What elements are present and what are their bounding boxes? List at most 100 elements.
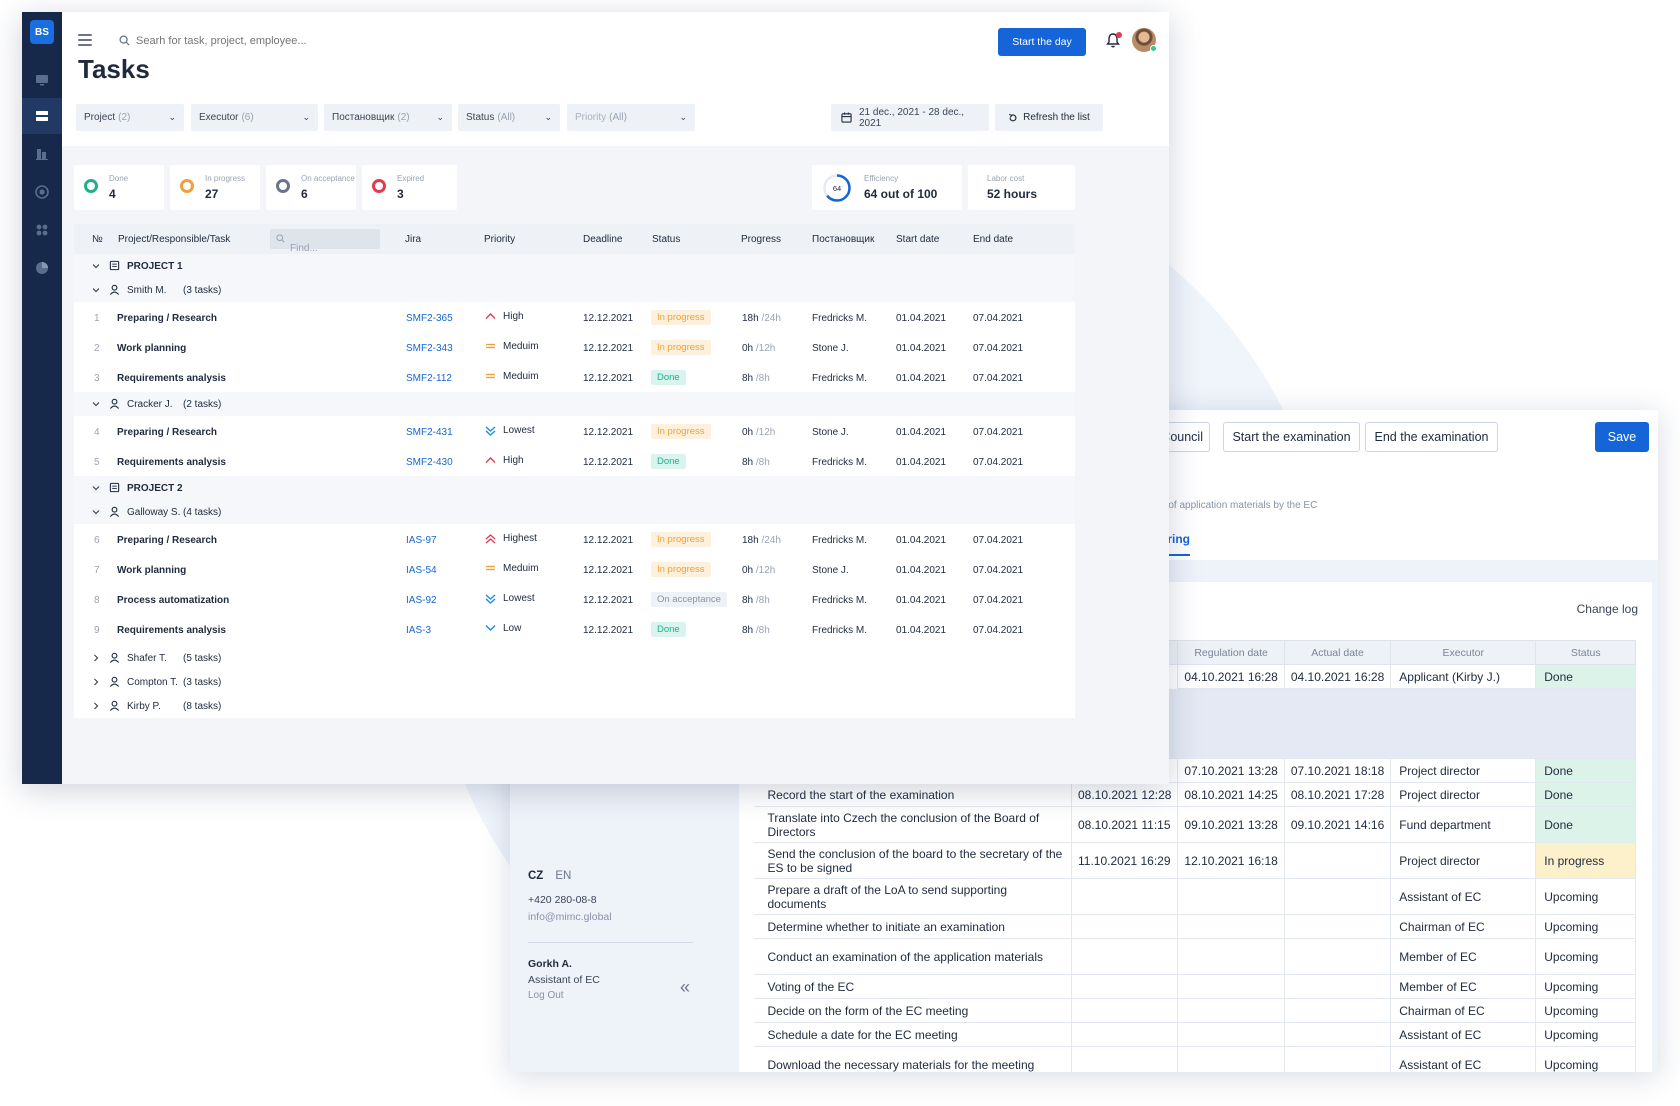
person-row[interactable]: Shafer T. (5 tasks) <box>74 646 1075 670</box>
target-icon[interactable] <box>22 174 62 210</box>
refresh-list-button[interactable]: Refresh the list <box>995 104 1103 131</box>
task-name[interactable]: Work planning <box>117 565 186 576</box>
refresh-label: Refresh the list <box>1023 112 1090 123</box>
pie-chart-icon[interactable] <box>22 250 62 286</box>
collapse-sidebar-icon[interactable]: « <box>680 977 690 998</box>
jira-link[interactable]: SMF2-365 <box>406 313 453 324</box>
tasks-list-icon[interactable] <box>22 98 62 134</box>
setter-name: Fredricks M. <box>812 313 867 324</box>
chevron-right-icon[interactable] <box>92 678 100 689</box>
jira-link[interactable]: SMF2-112 <box>406 373 452 384</box>
lang-cz[interactable]: CZ <box>528 870 543 882</box>
chevron-down-icon[interactable] <box>92 400 100 411</box>
chevron-right-icon[interactable] <box>92 702 100 713</box>
regulation-date <box>1177 998 1285 1023</box>
table-row[interactable]: Record the start of the examination 08.10… <box>753 782 1637 807</box>
task-name[interactable]: Requirements analysis <box>117 457 226 468</box>
table-row[interactable]: Voting of the EC Member of EC Upcoming <box>753 974 1637 999</box>
regulation-date: 09.10.2021 13:28 <box>1177 806 1285 843</box>
task-name[interactable]: Preparing / Research <box>117 313 217 324</box>
table-find-input[interactable]: Find... <box>270 229 380 254</box>
table-row[interactable]: 1 Preparing / Research SMF2-365 High 12.12.2… <box>74 302 1075 332</box>
chevron-down-icon[interactable] <box>92 484 100 495</box>
jira-link[interactable]: IAS-54 <box>406 565 437 576</box>
table-row[interactable]: 7 Work planning IAS-54 Meduim 12.12.2021 In p… <box>74 554 1075 584</box>
task-name[interactable]: Work planning <box>117 343 186 354</box>
table-row[interactable]: 5 Requirements analysis SMF2-430 High 12.12.… <box>74 446 1075 476</box>
chevron-down-icon[interactable] <box>92 262 100 273</box>
person-row[interactable]: Kirby P. (8 tasks) <box>74 694 1075 718</box>
task-name[interactable]: Preparing / Research <box>117 427 217 438</box>
person-row[interactable]: Cracker J. (2 tasks) <box>74 392 1075 416</box>
table-row[interactable]: Decide on the form of the EC meeting Chai… <box>753 998 1637 1023</box>
search-input[interactable] <box>136 30 436 52</box>
table-row[interactable]: Prepare a draft of the LoA to send suppo… <box>753 878 1637 915</box>
filter-executor[interactable]: Executor (6) ⌄ <box>191 104 318 131</box>
task-name[interactable]: Preparing / Research <box>117 535 217 546</box>
jira-link[interactable]: IAS-3 <box>406 625 431 636</box>
table-row[interactable]: 4 Preparing / Research SMF2-431 Lowest 12.12… <box>74 416 1075 446</box>
task-cell: Prepare a draft of the LoA to send suppo… <box>753 878 1072 915</box>
task-name[interactable]: Requirements analysis <box>117 625 226 636</box>
app-logo[interactable]: BS <box>30 20 54 44</box>
apps-grid-icon[interactable] <box>22 212 62 248</box>
jira-link[interactable]: SMF2-343 <box>406 343 453 354</box>
logout-link[interactable]: Log Out <box>528 990 564 1001</box>
table-row[interactable]: 9 Requirements analysis IAS-3 Low 12.12.2021… <box>74 614 1075 644</box>
setter-name: Stone J. <box>812 343 849 354</box>
hours-planned: /8h <box>753 373 770 384</box>
chevron-down-icon[interactable] <box>92 508 100 519</box>
table-row[interactable]: Determine whether to initiate an examina… <box>753 914 1637 939</box>
task-name[interactable]: Process automatization <box>117 595 229 606</box>
table-row[interactable]: 3 Requirements analysis SMF2-112 Meduim 12.1… <box>74 362 1075 392</box>
column-header: Status <box>1535 640 1637 665</box>
person-row[interactable]: Compton T. (3 tasks) <box>74 670 1075 694</box>
jira-link[interactable]: IAS-92 <box>406 595 437 606</box>
table-row[interactable]: Conduct an examination of the applicatio… <box>753 938 1637 975</box>
filter-status[interactable]: Status (All) ⌄ <box>458 104 560 131</box>
person-row[interactable]: Galloway S. (4 tasks) <box>74 500 1075 524</box>
start-date: 01.04.2021 <box>896 535 947 546</box>
table-row[interactable]: 8 Process automatization IAS-92 Lowest 12.12… <box>74 584 1075 614</box>
table-header: № Project/Responsible/Task Find... Jira … <box>74 224 1075 254</box>
table-row[interactable]: Send the conclusion of the board to the … <box>753 842 1637 879</box>
person-row[interactable]: Smith M. (3 tasks) <box>74 278 1075 302</box>
save-button[interactable]: Save <box>1595 422 1649 452</box>
bar-chart-icon[interactable] <box>22 136 62 172</box>
project-row[interactable]: PROJECT 2 <box>74 476 1075 500</box>
progress-hours: 0h /12h <box>742 565 775 576</box>
start-date: 01.04.2021 <box>896 457 947 468</box>
filter-priority[interactable]: Priority (All) ⌄ <box>567 104 695 131</box>
table-row[interactable]: 2 Work planning SMF2-343 Meduim 12.12.2021 In… <box>74 332 1075 362</box>
person-name: Shafer T. <box>127 653 167 664</box>
jira-link[interactable]: SMF2-431 <box>406 427 453 438</box>
lang-en[interactable]: EN <box>555 870 571 882</box>
table-row[interactable]: 6 Preparing / Research IAS-97 Highest 12.12.… <box>74 524 1075 554</box>
hours-done: 0h <box>742 427 754 438</box>
deadline: 12.12.2021 <box>583 427 634 438</box>
filter-project[interactable]: Project (2) ⌄ <box>76 104 184 131</box>
actual-date <box>1284 938 1392 975</box>
tasks-table: № Project/Responsible/Task Find... Jira … <box>74 224 1075 718</box>
menu-icon[interactable] <box>78 34 92 49</box>
start-examination-button[interactable]: Start the examination <box>1223 422 1360 452</box>
chevron-down-icon[interactable] <box>92 286 100 297</box>
monitor-icon[interactable] <box>22 62 62 98</box>
start-the-day-button[interactable]: Start the day <box>998 28 1086 56</box>
jira-link[interactable]: SMF2-430 <box>406 457 453 468</box>
task-name[interactable]: Requirements analysis <box>117 373 226 384</box>
table-row[interactable]: Schedule a date for the EC meeting Assist… <box>753 1022 1637 1047</box>
jira-link[interactable]: IAS-97 <box>406 535 437 546</box>
table-row[interactable]: Download the necessary materials for the… <box>753 1046 1637 1072</box>
chevron-right-icon[interactable] <box>92 654 100 665</box>
project-row[interactable]: PROJECT 1 <box>74 254 1075 278</box>
contact-email[interactable]: info@mimc.global <box>528 911 612 923</box>
status-badge: Done <box>651 622 686 637</box>
filter-setter[interactable]: Постановщик (2) ⌄ <box>324 104 452 131</box>
end-examination-button[interactable]: End the examination <box>1365 422 1498 452</box>
change-log-link[interactable]: Change log <box>1577 602 1638 616</box>
hours-planned: /24h <box>758 313 781 324</box>
date-range-picker[interactable]: 21 dec., 2021 - 28 dec., 2021 <box>831 104 989 131</box>
table-row[interactable]: Translate into Czech the conclusion of t… <box>753 806 1637 843</box>
language-switch[interactable]: CZ EN <box>528 870 571 882</box>
